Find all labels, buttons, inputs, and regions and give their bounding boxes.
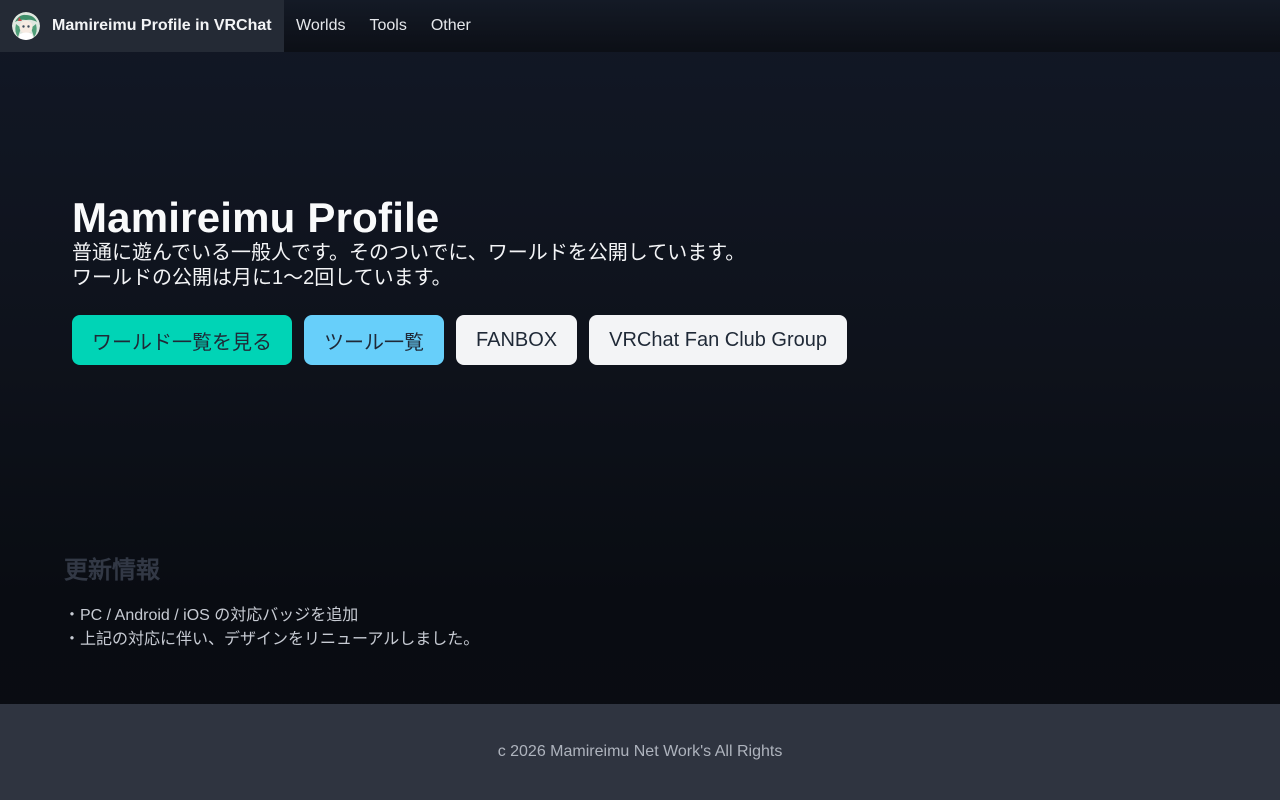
view-worlds-button[interactable]: ワールド一覧を見る <box>72 315 292 365</box>
hero-title: Mamireimu Profile <box>72 194 440 241</box>
tools-list-button[interactable]: ツール一覧 <box>304 315 444 365</box>
nav-link-other[interactable]: Other <box>431 17 471 35</box>
hero-description-line-1: 普通に遊んでいる一般人です。そのついでに、ワールドを公開しています。 <box>72 242 746 264</box>
footer-copyright: c 2026 Mamireimu Net Work's All Rights <box>497 743 783 760</box>
hero-section: Mamireimu Profile 普通に遊んでいる一般人です。そのついでに、ワ… <box>72 195 1172 365</box>
top-navbar: Mamireimu Profile in VRChat Worlds Tools… <box>0 0 1280 52</box>
brand-link[interactable]: Mamireimu Profile in VRChat <box>0 0 284 52</box>
updates-section: 更新情報 ・PC / Android / iOS の対応バッジを追加 ・上記の対… <box>64 556 964 652</box>
updates-list: ・PC / Android / iOS の対応バッジを追加 ・上記の対応に伴い、… <box>64 604 964 652</box>
updates-title: 更新情報 <box>64 557 160 584</box>
list-item: ・上記の対応に伴い、デザインをリニューアルしました。 <box>64 631 480 648</box>
brand-title: Mamireimu Profile in VRChat <box>52 17 272 34</box>
list-item: ・PC / Android / iOS の対応バッジを追加 <box>64 607 359 624</box>
nav-link-worlds[interactable]: Worlds <box>296 17 346 35</box>
page: Mamireimu Profile in VRChat Worlds Tools… <box>0 0 1280 800</box>
vrchat-fan-club-group-button[interactable]: VRChat Fan Club Group <box>589 315 848 365</box>
avatar <box>12 12 40 40</box>
nav-link-tools[interactable]: Tools <box>370 17 407 35</box>
avatar-icon <box>12 12 40 40</box>
hero-description-line-2: ワールドの公開は月に1～2回しています。 <box>72 267 452 289</box>
hero-button-row: ワールド一覧を見る ツール一覧 FANBOX VRChat Fan Club G… <box>72 315 1172 365</box>
footer: c 2026 Mamireimu Net Work's All Rights <box>0 704 1280 800</box>
fanbox-button[interactable]: FANBOX <box>456 315 578 365</box>
